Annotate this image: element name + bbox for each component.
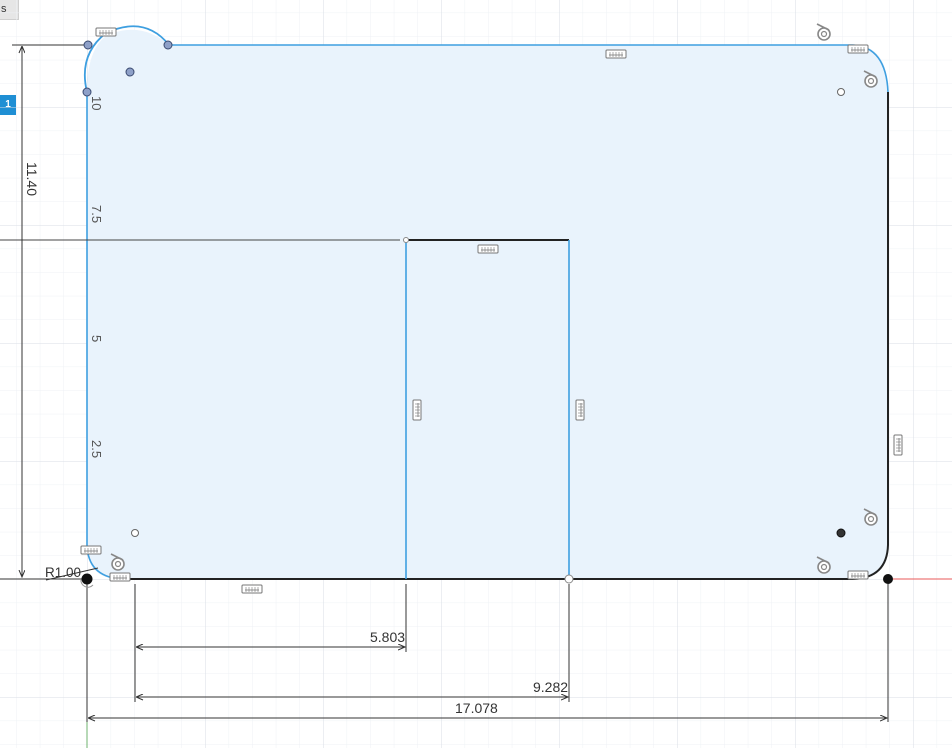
dim-text-5803[interactable]: 5.803 — [370, 629, 405, 645]
midpoint[interactable] — [564, 574, 574, 584]
center-point[interactable] — [837, 88, 845, 96]
center-point[interactable] — [131, 529, 139, 537]
horizontal-constraint-icon[interactable] — [477, 244, 499, 254]
horizontal-constraint-icon[interactable] — [95, 27, 117, 37]
sketch-point[interactable] — [163, 40, 173, 50]
horizontal-constraint-icon[interactable] — [80, 545, 102, 555]
fixed-point-icon[interactable] — [883, 574, 893, 584]
axis-tick-7-5: 7.5 — [89, 205, 104, 223]
horizontal-constraint-icon[interactable] — [109, 572, 131, 582]
axis-tick-10: 10 — [89, 96, 104, 110]
sketch-point[interactable] — [82, 87, 92, 97]
axis-tick-5: 5 — [89, 335, 104, 342]
vertical-constraint-icon[interactable] — [412, 399, 422, 421]
center-point-selected[interactable] — [836, 528, 846, 538]
height-dim-text[interactable]: 11.40 — [24, 162, 40, 196]
sketch-canvas[interactable]: 11.40 R1.00 5.803 9.282 17.078 10 7.5 5 … — [0, 0, 952, 748]
sketch-point[interactable] — [83, 40, 93, 50]
horizontal-constraint-icon[interactable] — [847, 44, 869, 54]
origin-point[interactable] — [81, 573, 93, 585]
vertical-constraint-icon[interactable] — [893, 434, 903, 456]
dim-text-9282[interactable]: 9.282 — [533, 679, 568, 695]
vertical-constraint-icon[interactable] — [575, 399, 585, 421]
horizontal-constraint-icon[interactable] — [241, 584, 263, 594]
horizontal-constraint-icon[interactable] — [847, 570, 869, 580]
sketch-point[interactable] — [125, 67, 135, 77]
horizontal-constraint-icon[interactable] — [605, 49, 627, 59]
dim-text-17078[interactable]: 17.078 — [455, 700, 498, 716]
sketch-profile-fill[interactable] — [87, 29, 888, 579]
slot-corner-point[interactable] — [403, 237, 409, 243]
axis-tick-2-5: 2.5 — [89, 440, 104, 458]
radius-dim-text[interactable]: R1.00 — [45, 565, 81, 580]
